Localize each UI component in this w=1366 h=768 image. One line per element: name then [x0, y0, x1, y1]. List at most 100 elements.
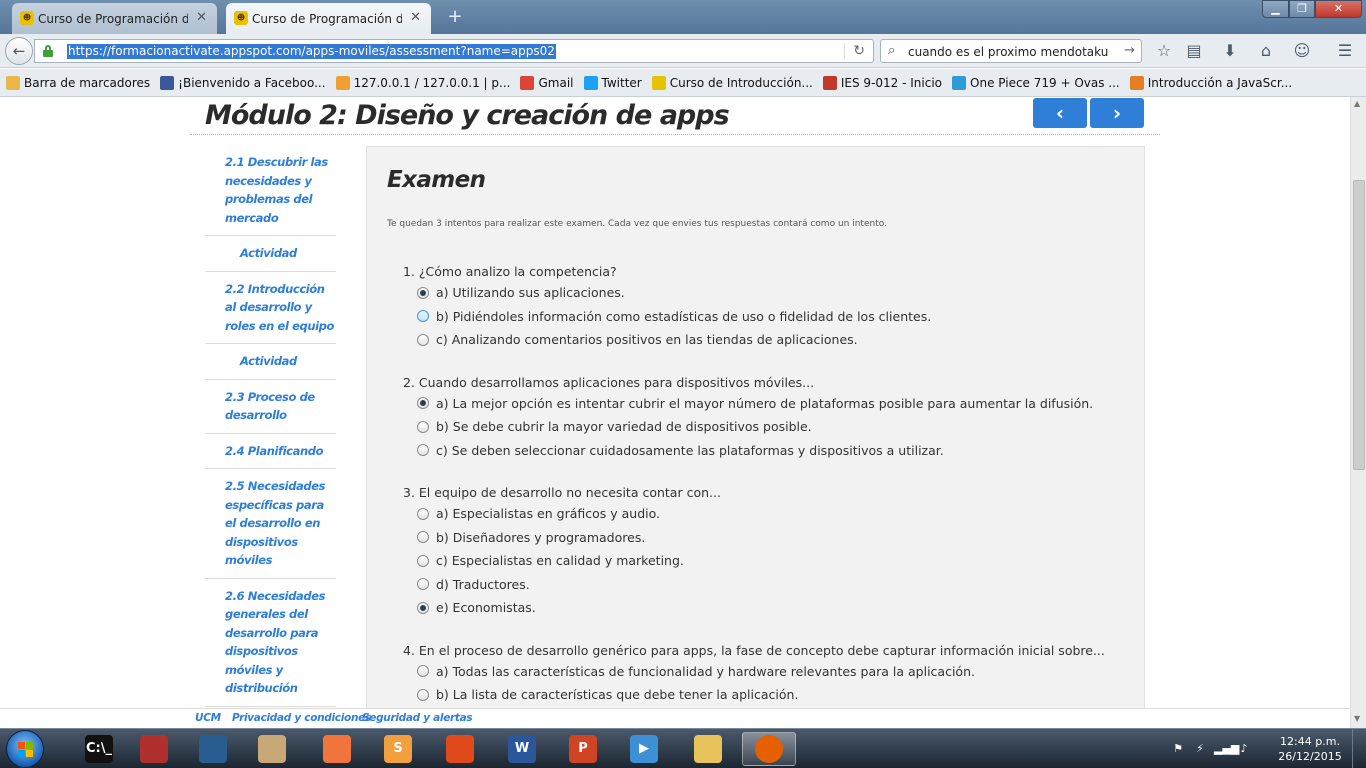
radio-button[interactable]	[417, 665, 429, 678]
search-input[interactable]: ⌕ cuando es el proximo mendotaku →	[880, 39, 1142, 63]
sidebar-item[interactable]: Actividad	[205, 344, 336, 380]
radio-button[interactable]	[417, 397, 429, 410]
footer-link-privacy[interactable]: Privacidad y condiciones	[232, 712, 371, 724]
browser-tab[interactable]: ☻ Curso de Programación de... ✕	[12, 3, 217, 34]
answer-option[interactable]: a) Todas las características de funciona…	[403, 660, 1123, 684]
system-clock[interactable]: 12:44 p.m. 26/12/2015	[1278, 734, 1342, 764]
maximize-icon[interactable]: ❐	[1289, 0, 1315, 18]
option-label: c) Se deben seleccionar cuidadosamente l…	[436, 442, 944, 458]
taskbar-app-cmd[interactable]: C:\_	[72, 732, 126, 766]
show-desktop-button[interactable]	[1352, 729, 1366, 768]
answer-option[interactable]: c) Especialistas en calidad y marketing.	[403, 549, 1123, 573]
sidebar-item[interactable]: 2.5 Necesidades específicas para el desa…	[205, 469, 336, 579]
taskbar-app-xampp[interactable]	[310, 732, 364, 766]
taskbar-app-java[interactable]	[245, 732, 299, 766]
tab-bar: ☻ Curso de Programación de... ✕ ☻ Curso …	[0, 0, 1366, 34]
taskbar-app-firefox[interactable]	[742, 732, 796, 766]
reading-list-icon[interactable]: ▤	[1183, 41, 1205, 63]
bookmark-item[interactable]: Barra de marcadores	[6, 75, 151, 90]
answer-option[interactable]: b) Se debe cubrir la mayor variedad de d…	[403, 415, 1123, 439]
bookmark-item[interactable]: Gmail	[520, 75, 574, 90]
scrollbar-thumb[interactable]	[1353, 180, 1365, 470]
twitter-icon	[583, 75, 598, 90]
radio-button[interactable]	[417, 578, 429, 591]
sidebar-item[interactable]: 2.3 Proceso de desarrollo	[205, 380, 336, 434]
search-value[interactable]: cuando es el proximo mendotaku	[908, 45, 1108, 59]
url-text[interactable]: https://formacionactivate.appspot.com/ap…	[67, 44, 556, 59]
chat-icon[interactable]: ☺	[1291, 41, 1313, 63]
radio-button[interactable]	[417, 688, 429, 701]
taskbar-app-powerpoint[interactable]: P	[556, 732, 610, 766]
answer-option[interactable]: a) Especialistas en gráficos y audio.	[403, 502, 1123, 526]
flag-icon[interactable]: ⚑	[1170, 742, 1186, 756]
url-bar[interactable]: https://formacionactivate.appspot.com/ap…	[34, 39, 874, 63]
bookmark-item[interactable]: 127.0.0.1 / 127.0.0.1 | p...	[335, 75, 510, 90]
taskbar-app-office[interactable]	[433, 732, 487, 766]
download-icon[interactable]: ⬇	[1219, 41, 1241, 63]
bookmark-item[interactable]: ¡Bienvenido a Faceboo...	[160, 75, 326, 90]
power-icon[interactable]: ⚡	[1192, 742, 1208, 756]
radio-button[interactable]	[417, 531, 429, 544]
answer-option[interactable]: e) Economistas.	[403, 596, 1123, 620]
answer-option[interactable]: d) Traductores.	[403, 573, 1123, 597]
close-icon[interactable]: ✕	[196, 10, 207, 25]
new-tab-plus-icon[interactable]: +	[444, 6, 466, 28]
sidebar-item[interactable]: 2.6 Necesidades generales del desarrollo…	[205, 579, 336, 707]
taskbar-app-paint[interactable]	[127, 732, 181, 766]
next-page-button[interactable]: ›	[1090, 98, 1144, 128]
taskbar-app-word[interactable]: W	[495, 732, 549, 766]
taskbar-app-mysql[interactable]	[186, 732, 240, 766]
answer-option[interactable]: c) Se deben seleccionar cuidadosamente l…	[403, 439, 1123, 463]
bookmark-item[interactable]: Curso de Introducción...	[651, 75, 813, 90]
radio-button[interactable]	[417, 420, 429, 433]
previous-page-button[interactable]: ‹	[1033, 98, 1087, 128]
bookmark-item[interactable]: IES 9-012 - Inicio	[822, 75, 943, 90]
taskbar-app-sublime[interactable]: S	[371, 732, 425, 766]
footer-link-security[interactable]: Seguridad y alertas	[362, 712, 473, 724]
bookmark-item[interactable]: Twitter	[583, 75, 642, 90]
bookmark-label: IES 9-012 - Inicio	[840, 75, 943, 90]
answer-option[interactable]: b) La lista de características que debe …	[403, 683, 1123, 707]
sidebar-item[interactable]: 2.2 Introducción al desarrollo y roles e…	[205, 272, 336, 344]
scroll-up-arrow-icon[interactable]: ▲	[1354, 99, 1360, 108]
browser-tab-active[interactable]: ☻ Curso de Programación de... ✕	[226, 3, 431, 34]
radio-button[interactable]	[417, 554, 429, 567]
radio-button[interactable]	[417, 310, 429, 323]
radio-button[interactable]	[417, 333, 429, 346]
taskbar-app-media[interactable]: ▶	[617, 732, 671, 766]
bookmark-label: Barra de marcadores	[24, 75, 151, 90]
back-arrow-icon[interactable]: ←	[5, 37, 33, 65]
reload-icon[interactable]: ↻	[844, 43, 865, 59]
radio-button[interactable]	[417, 601, 429, 614]
answer-option[interactable]: a) Utilizando sus aplicaciones.	[403, 281, 1123, 305]
answer-option[interactable]: b) Pidiéndoles información como estadíst…	[403, 305, 1123, 329]
scroll-down-arrow-icon[interactable]: ▼	[1354, 714, 1360, 723]
volume-icon[interactable]: ♪	[1236, 742, 1252, 756]
window-close-icon[interactable]: ✕	[1315, 0, 1362, 18]
search-go-arrow-icon[interactable]: →	[1124, 43, 1135, 58]
taskbar-app-explorer[interactable]	[681, 732, 735, 766]
option-label: b) La lista de características que debe …	[436, 687, 799, 703]
bookmark-star-icon[interactable]: ☆	[1153, 41, 1175, 63]
sidebar-item[interactable]: 2.4 Planificando	[205, 434, 336, 469]
footer-link-ucm[interactable]: UCM	[195, 712, 221, 724]
radio-button[interactable]	[417, 286, 429, 299]
option-label: c) Especialistas en calidad y marketing.	[436, 553, 684, 569]
sidebar-item[interactable]: Actividad	[205, 236, 336, 272]
bookmark-item[interactable]: Introducción a JavaScr...	[1129, 75, 1292, 90]
radio-button[interactable]	[417, 444, 429, 457]
home-icon[interactable]: ⌂	[1255, 41, 1277, 63]
menu-hamburger-icon[interactable]: ☰	[1334, 41, 1356, 63]
sidebar-item[interactable]: 2.1 Descubrir las necesidades y problema…	[205, 145, 336, 236]
bookmark-item[interactable]: One Piece 719 + Ovas ...	[952, 75, 1120, 90]
close-icon[interactable]: ✕	[410, 10, 421, 25]
answer-option[interactable]: c) Analizando comentarios positivos en l…	[403, 328, 1123, 352]
answer-option[interactable]: b) Diseñadores y programadores.	[403, 526, 1123, 550]
page-scrollbar[interactable]: ▲ ▼	[1350, 97, 1366, 728]
answer-option[interactable]: a) La mejor opción es intentar cubrir el…	[403, 392, 1123, 416]
start-button[interactable]	[6, 730, 44, 768]
radio-button[interactable]	[417, 507, 429, 520]
lock-icon	[43, 45, 53, 57]
minimize-icon[interactable]: ▁	[1262, 0, 1289, 18]
network-signal-icon[interactable]: ▂▄▆	[1214, 742, 1239, 756]
